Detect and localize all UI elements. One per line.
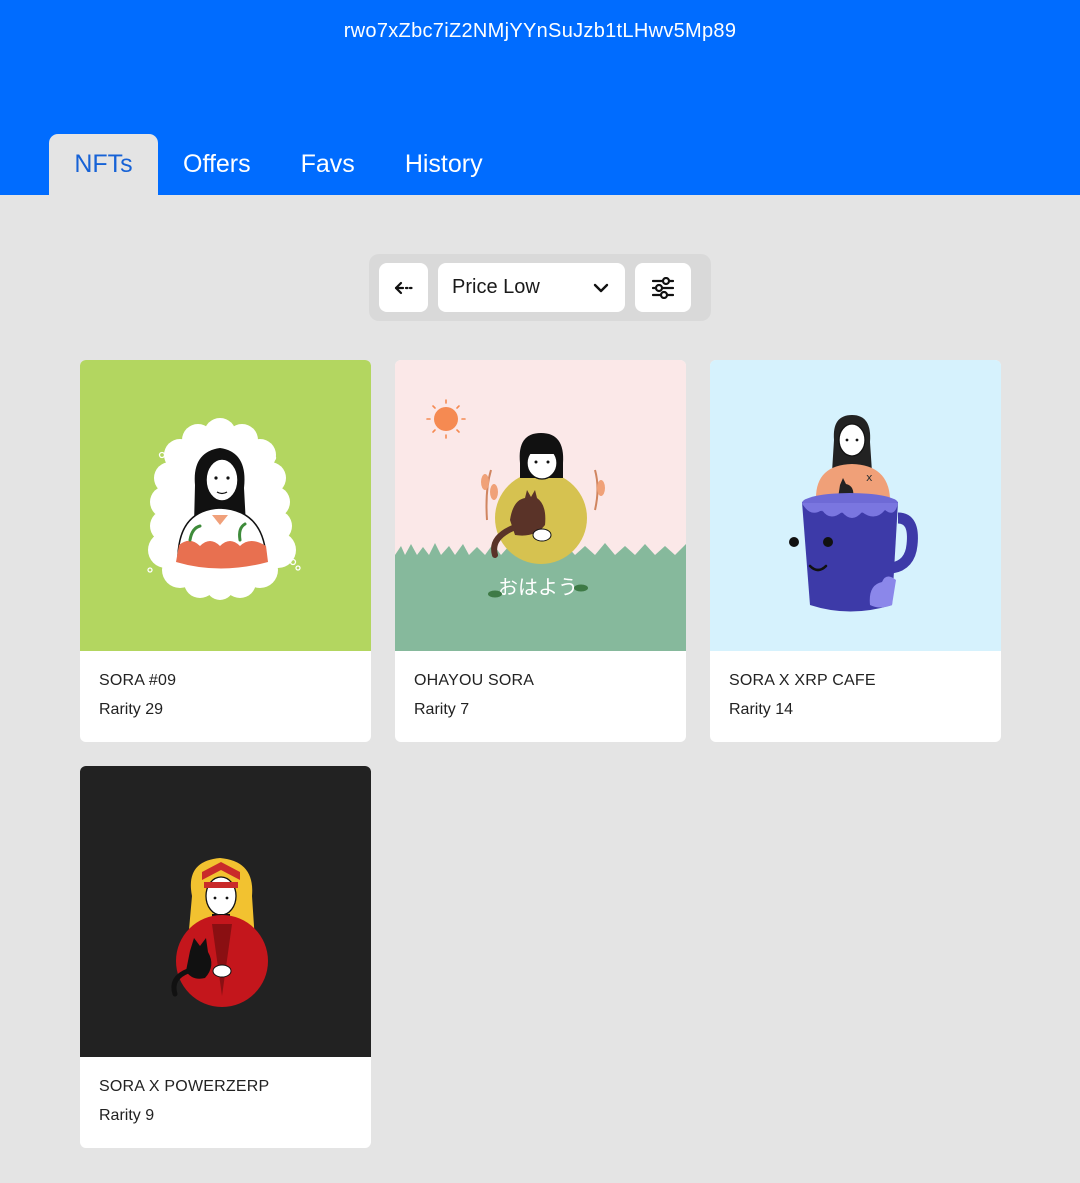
nft-card[interactable]: SORA #09 Rarity 29 <box>80 360 371 742</box>
nft-rarity: Rarity 7 <box>414 701 470 718</box>
wallet-address: rwo7xZbc7iZ2NMjYYnSuJzb1tLHwv5Mp89 <box>343 20 737 42</box>
nft-name: SORA X POWERZERP <box>99 1078 270 1095</box>
nft-card[interactable]: SORA X POWERZERP Rarity 9 <box>80 766 371 1148</box>
nft-name: SORA #09 <box>99 672 177 689</box>
tab-label: Favs <box>300 150 355 178</box>
tab-offers[interactable]: Offers <box>158 134 276 195</box>
tab-label: History <box>404 150 483 178</box>
svg-text:x: x <box>866 471 873 484</box>
nft-card[interactable]: x SORA X XRP CAFE Rarity 14 <box>710 360 1001 742</box>
nft-rarity: Rarity 14 <box>729 701 794 718</box>
sort-select[interactable]: Price Low <box>438 263 625 312</box>
tab-history[interactable]: History <box>380 134 508 195</box>
sliders-icon <box>652 276 674 299</box>
nft-rarity: Rarity 9 <box>99 1107 155 1124</box>
nft-image: おはよう <box>395 360 686 651</box>
nft-image <box>80 360 371 651</box>
nft-rarity: Rarity 29 <box>99 701 164 718</box>
nft-name: SORA X XRP CAFE <box>729 672 876 689</box>
tab-bar: NFTs Offers Favs History <box>49 134 508 195</box>
tab-nfts[interactable]: NFTs <box>49 134 158 195</box>
nft-name: OHAYOU SORA <box>414 672 535 689</box>
sort-toolbar: Price Low <box>369 254 711 321</box>
tab-label: Offers <box>183 150 251 178</box>
app-header: rwo7xZbc7iZ2NMjYYnSuJzb1tLHwv5Mp89 NFTs … <box>0 0 1080 195</box>
nft-image: x <box>710 360 1001 651</box>
tab-favs[interactable]: Favs <box>276 134 380 195</box>
sort-selected-label: Price Low <box>452 276 540 298</box>
tab-label: NFTs <box>74 150 133 178</box>
image-greeting-text: おはよう <box>498 575 578 599</box>
back-button[interactable] <box>379 263 428 312</box>
arrow-left-icon <box>394 281 413 294</box>
nft-image <box>80 766 371 1057</box>
filter-button[interactable] <box>635 263 691 312</box>
nft-card[interactable]: おはよう OHAYOU SORA Rarity 7 <box>395 360 686 742</box>
chevron-down-icon <box>593 283 609 292</box>
